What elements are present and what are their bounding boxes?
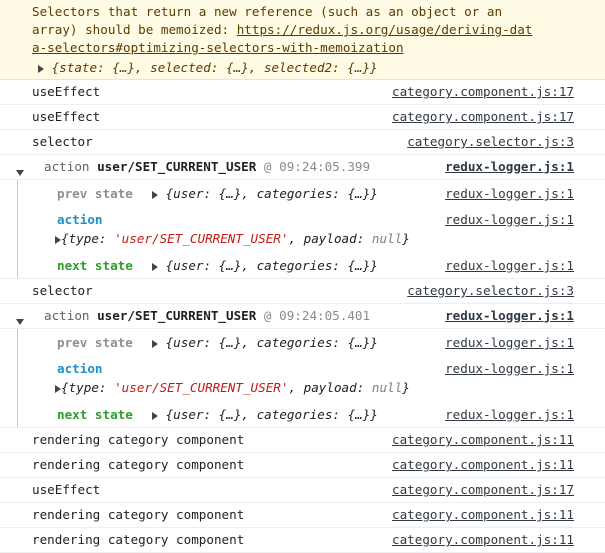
source-link[interactable]: category.component.js:17 xyxy=(392,109,574,124)
action-object-close: } xyxy=(402,380,410,395)
action-type: user/SET_CURRENT_USER xyxy=(97,159,257,174)
prev-state-label: prev state xyxy=(57,335,133,350)
log-row: rendering category component category.co… xyxy=(0,503,605,528)
source-link[interactable]: category.component.js:11 xyxy=(392,457,574,472)
action-row: action redux-logger.js:1 {type: 'user/SE… xyxy=(0,355,605,401)
action-object-mid: , payload: xyxy=(288,380,372,395)
source-link[interactable]: redux-logger.js:1 xyxy=(445,407,574,422)
action-word: action xyxy=(44,159,90,174)
prev-state-expander[interactable]: {user: {…}, categories: {…}} xyxy=(152,335,378,350)
prev-state-row: prev state {user: {…}, categories: {…}} … xyxy=(0,329,605,355)
action-row: action redux-logger.js:1 {type: 'user/SE… xyxy=(0,206,605,252)
expand-triangle-icon xyxy=(152,190,158,199)
action-type: user/SET_CURRENT_USER xyxy=(97,308,257,323)
source-link[interactable]: redux-logger.js:1 xyxy=(445,258,574,273)
warning-line-2: array) should be memoized: https://redux… xyxy=(32,22,532,37)
source-link[interactable]: redux-logger.js:1 xyxy=(445,308,574,323)
memoize-warning: Selectors that return a new reference (s… xyxy=(0,0,605,80)
next-state-expander[interactable]: {user: {…}, categories: {…}} xyxy=(152,258,378,273)
log-message: selector xyxy=(32,283,93,298)
warning-object-expander[interactable]: {state: {…}, selected: {…}, selected2: {… xyxy=(38,60,378,75)
action-label: action xyxy=(57,212,103,227)
source-link[interactable]: category.selector.js:3 xyxy=(407,283,574,298)
action-object-open: {type: xyxy=(61,380,115,395)
next-state-row: next state {user: {…}, categories: {…}} … xyxy=(0,401,605,428)
source-link[interactable]: redux-logger.js:1 xyxy=(445,186,574,201)
log-row: rendering category component category.co… xyxy=(0,453,605,478)
log-row: selector category.selector.js:3 xyxy=(0,279,605,304)
at-sign: @ xyxy=(263,308,272,323)
next-state-value: {user: {…}, categories: {…}} xyxy=(165,407,378,422)
action-object-expander[interactable]: {type: 'user/SET_CURRENT_USER', payload:… xyxy=(55,231,410,246)
action-object-mid: , payload: xyxy=(288,231,372,246)
log-row: useEffect category.component.js:17 xyxy=(0,478,605,503)
warning-text: array) should be memoized: xyxy=(32,22,237,37)
collapse-triangle-icon[interactable] xyxy=(16,313,24,328)
action-time: 09:24:05.399 xyxy=(279,159,371,174)
action-object-type: 'user/SET_CURRENT_USER' xyxy=(114,380,289,395)
docs-link-part2[interactable]: a-selectors#optimizing-selectors-with-me… xyxy=(32,40,404,55)
log-message: useEffect xyxy=(32,109,101,124)
docs-link-part1[interactable]: https://redux.js.org/usage/deriving-dat xyxy=(237,22,533,37)
prev-state-label: prev state xyxy=(57,186,133,201)
log-message: rendering category component xyxy=(32,532,245,547)
next-state-value: {user: {…}, categories: {…}} xyxy=(165,258,378,273)
action-object-expander[interactable]: {type: 'user/SET_CURRENT_USER', payload:… xyxy=(55,380,410,395)
source-link[interactable]: category.component.js:11 xyxy=(392,532,574,547)
group-title: action user/SET_CURRENT_USER @ 09:24:05.… xyxy=(44,308,370,323)
source-link[interactable]: redux-logger.js:1 xyxy=(445,212,574,227)
at-sign: @ xyxy=(263,159,272,174)
action-object-null: null xyxy=(371,380,403,395)
warning-line-1: Selectors that return a new reference (s… xyxy=(32,4,503,19)
log-message: rendering category component xyxy=(32,507,245,522)
prev-state-value: {user: {…}, categories: {…}} xyxy=(165,335,378,350)
log-message: selector xyxy=(32,134,93,149)
action-word: action xyxy=(44,308,90,323)
log-message: rendering category component xyxy=(32,432,245,447)
expand-triangle-icon xyxy=(152,411,158,420)
log-row: useEffect category.component.js:17 xyxy=(0,105,605,130)
redux-action-group-header[interactable]: action user/SET_CURRENT_USER @ 09:24:05.… xyxy=(0,155,605,180)
source-link[interactable]: redux-logger.js:1 xyxy=(445,361,574,376)
collapse-triangle-icon[interactable] xyxy=(16,164,24,179)
log-message: useEffect xyxy=(32,482,101,497)
action-object-null: null xyxy=(371,231,403,246)
action-object-open: {type: xyxy=(61,231,115,246)
next-state-row: next state {user: {…}, categories: {…}} … xyxy=(0,252,605,279)
action-object-type: 'user/SET_CURRENT_USER' xyxy=(114,231,289,246)
log-row: rendering category component category.co… xyxy=(0,428,605,453)
source-link[interactable]: category.selector.js:3 xyxy=(407,134,574,149)
prev-state-value: {user: {…}, categories: {…}} xyxy=(165,186,378,201)
expand-triangle-icon xyxy=(152,339,158,348)
source-link[interactable]: category.component.js:17 xyxy=(392,482,574,497)
next-state-expander[interactable]: {user: {…}, categories: {…}} xyxy=(152,407,378,422)
log-row: useEffect category.component.js:17 xyxy=(0,80,605,105)
source-link[interactable]: redux-logger.js:1 xyxy=(445,335,574,350)
expand-triangle-icon xyxy=(38,64,44,73)
redux-action-group-header[interactable]: action user/SET_CURRENT_USER @ 09:24:05.… xyxy=(0,304,605,329)
source-link[interactable]: category.component.js:11 xyxy=(392,432,574,447)
prev-state-expander[interactable]: {user: {…}, categories: {…}} xyxy=(152,186,378,201)
action-label: action xyxy=(57,361,103,376)
warning-line-3: a-selectors#optimizing-selectors-with-me… xyxy=(32,40,404,55)
action-object-close: } xyxy=(402,231,410,246)
action-time: 09:24:05.401 xyxy=(279,308,371,323)
warning-object-preview: {state: {…}, selected: {…}, selected2: {… xyxy=(51,60,378,75)
log-message: rendering category component xyxy=(32,457,245,472)
next-state-label: next state xyxy=(57,407,133,422)
prev-state-row: prev state {user: {…}, categories: {…}} … xyxy=(0,180,605,206)
expand-triangle-icon xyxy=(152,262,158,271)
log-message: useEffect xyxy=(32,84,101,99)
source-link[interactable]: category.component.js:11 xyxy=(392,507,574,522)
next-state-label: next state xyxy=(57,258,133,273)
group-title: action user/SET_CURRENT_USER @ 09:24:05.… xyxy=(44,159,370,174)
log-row: rendering category component category.co… xyxy=(0,528,605,553)
log-row: selector category.selector.js:3 xyxy=(0,130,605,155)
source-link[interactable]: category.component.js:17 xyxy=(392,84,574,99)
source-link[interactable]: redux-logger.js:1 xyxy=(445,159,574,174)
